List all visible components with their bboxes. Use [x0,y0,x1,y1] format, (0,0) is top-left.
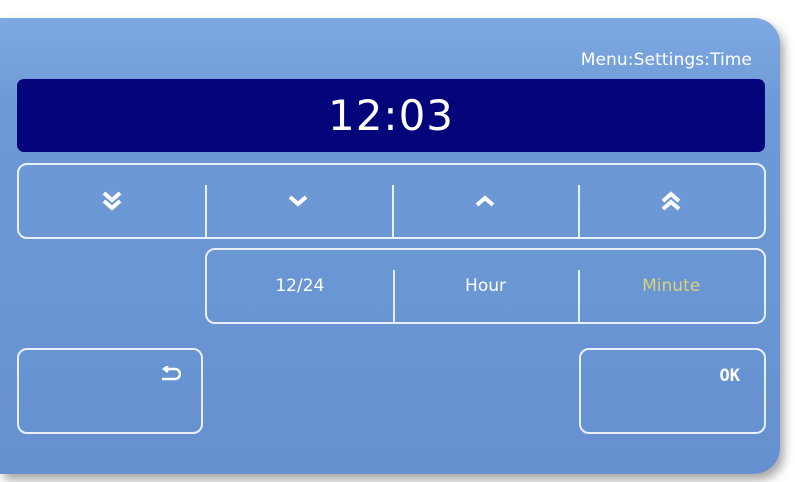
mode-12-24-label: 12/24 [275,276,325,296]
double-chevron-up-icon [661,191,681,211]
back-button[interactable] [17,348,203,434]
adjust-arrow-bar [17,163,766,239]
time-value: 12:03 [327,91,455,140]
mode-minute-label: Minute [642,276,701,296]
double-chevron-down-icon [102,191,122,211]
mode-12-24-button[interactable]: 12/24 [207,250,393,322]
mode-hour-button[interactable]: Hour [392,250,579,322]
ok-label: OK [719,366,740,386]
time-field-selector: 12/24 Hour Minute [205,248,766,324]
ok-button[interactable]: OK [579,348,766,434]
chevron-down-icon [289,195,308,207]
mode-hour-label: Hour [465,276,506,296]
chevron-up-icon [475,195,494,207]
increase-button[interactable] [391,165,578,237]
breadcrumb: Menu:Settings:Time [580,50,752,70]
mode-minute-button[interactable]: Minute [578,250,764,322]
return-arrow-icon [162,366,181,381]
fast-decrease-button[interactable] [19,165,205,237]
decrease-button[interactable] [205,165,391,237]
time-display: 12:03 [17,79,765,152]
fast-increase-button[interactable] [577,165,764,237]
